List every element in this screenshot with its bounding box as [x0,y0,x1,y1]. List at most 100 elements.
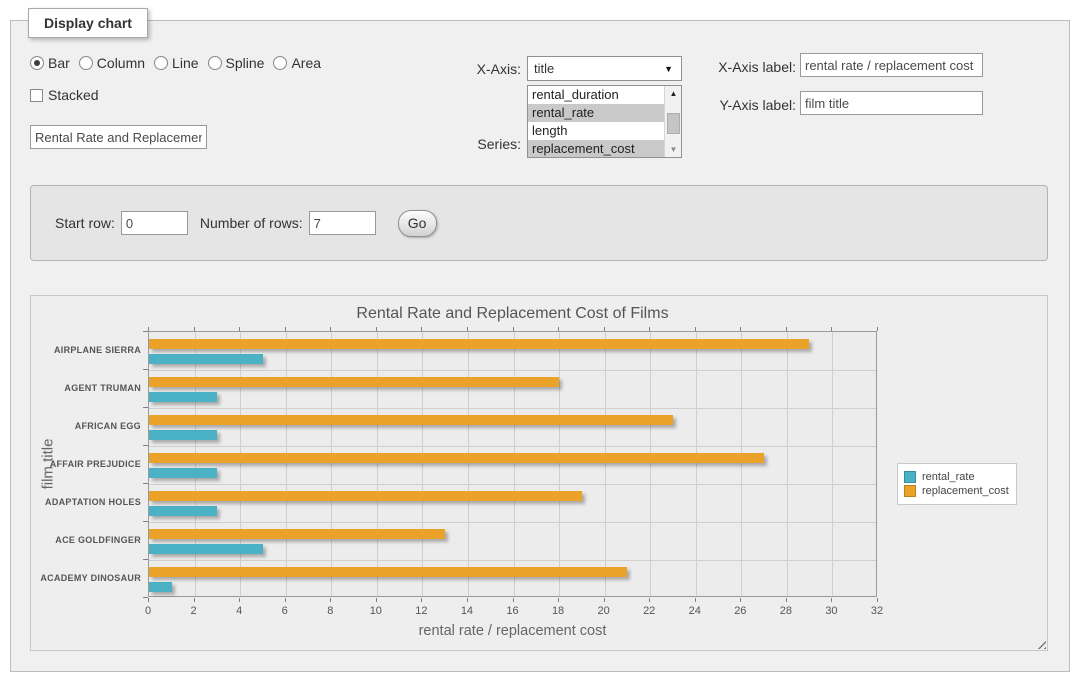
x-axis-label-input[interactable] [800,53,983,77]
chart-type-option-label: Area [291,55,321,71]
x-tick-mark [877,598,878,602]
chart-type-option-line[interactable]: Line [154,55,198,71]
go-button[interactable]: Go [398,210,437,237]
x-tick-mark [649,327,650,331]
bar-replacement_cost[interactable] [149,453,764,463]
x-axis-label-label: X-Axis label: [651,59,796,75]
gridline-vertical [832,332,833,596]
bar-replacement_cost[interactable] [149,415,673,425]
x-tick-label: 2 [179,605,209,617]
gridline-vertical [286,332,287,596]
series-option-rental_rate[interactable]: rental_rate [528,104,664,122]
series-option-rental_duration[interactable]: rental_duration [528,86,664,104]
chart-title: Rental Rate and Replacement Cost of Film… [148,305,877,323]
series-option-replacement_cost[interactable]: replacement_cost [528,140,664,158]
x-tick-label: 10 [361,605,391,617]
chart-type-option-column[interactable]: Column [79,55,145,71]
chart-type-option-label: Bar [48,55,70,71]
radio-icon[interactable] [273,56,287,70]
y-tick-mark [143,369,148,370]
x-tick-label: 12 [406,605,436,617]
x-tick-label: 8 [315,605,345,617]
resize-handle-icon[interactable] [1034,637,1046,649]
radio-icon[interactable] [79,56,93,70]
series-listbox[interactable]: rental_durationrental_ratelengthreplacem… [527,85,682,158]
bar-rental_rate[interactable] [149,392,217,402]
stacked-option[interactable]: Stacked [30,87,99,103]
gridline-horizontal [149,408,876,409]
radio-icon[interactable] [30,56,44,70]
stacked-checkbox[interactable] [30,89,43,102]
x-tick-mark [604,598,605,602]
bar-replacement_cost[interactable] [149,529,445,539]
y-tick-mark [143,559,148,560]
gridline-vertical [605,332,606,596]
y-tick-mark [143,407,148,408]
chart-type-option-spline[interactable]: Spline [208,55,265,71]
x-tick-label: 28 [771,605,801,617]
series-select-label: Series: [411,136,521,152]
x-tick-label: 22 [634,605,664,617]
x-tick-mark [194,327,195,331]
bar-rental_rate[interactable] [149,582,172,592]
series-option-length[interactable]: length [528,122,664,140]
x-tick-mark [376,327,377,331]
y-tick-mark [143,521,148,522]
bar-replacement_cost[interactable] [149,567,627,577]
radio-icon[interactable] [208,56,222,70]
series-options: rental_durationrental_ratelengthreplacem… [528,86,664,158]
x-tick-label: 24 [680,605,710,617]
chart-type-option-area[interactable]: Area [273,55,321,71]
gridline-horizontal [149,446,876,447]
bar-replacement_cost[interactable] [149,377,559,387]
y-category-label: ADAPTATION HOLES [31,497,141,507]
gridline-vertical [422,332,423,596]
bar-rental_rate[interactable] [149,354,263,364]
x-tick-mark [604,327,605,331]
x-tick-mark [239,327,240,331]
x-axis-select-label: X-Axis: [411,61,521,77]
bar-rental_rate[interactable] [149,506,217,516]
num-rows-input[interactable] [309,211,376,235]
x-tick-mark [877,327,878,331]
gridline-horizontal [149,370,876,371]
bar-replacement_cost[interactable] [149,491,582,501]
legend-label: rental_rate [916,471,975,483]
legend-swatch [904,471,916,483]
scroll-down-icon[interactable]: ▼ [665,142,682,157]
chart-type-option-label: Column [97,55,145,71]
gridline-vertical [696,332,697,596]
x-tick-label: 32 [862,605,892,617]
bar-rental_rate[interactable] [149,430,217,440]
row-controls-panel: Start row: Number of rows: Go [30,185,1048,261]
gridline-vertical [468,332,469,596]
x-tick-mark [376,598,377,602]
bar-rental_rate[interactable] [149,468,217,478]
y-tick-mark [143,483,148,484]
chart: Rental Rate and Replacement Cost of Film… [30,295,1048,651]
x-tick-mark [421,327,422,331]
scrollbar-thumb[interactable] [667,113,680,134]
radio-icon[interactable] [154,56,168,70]
chart-x-axis-title: rental rate / replacement cost [148,623,877,639]
chart-title-input[interactable] [30,125,207,149]
x-tick-label: 4 [224,605,254,617]
fieldset-legend: Display chart [28,8,148,38]
chart-type-group: Bar Column Line Spline Area [30,55,321,71]
gridline-vertical [741,332,742,596]
y-axis-label-input[interactable] [800,91,983,115]
y-tick-mark [143,445,148,446]
legend-entry-replacement_cost: replacement_cost [904,485,1009,497]
bar-rental_rate[interactable] [149,544,263,554]
y-category-label: AGENT TRUMAN [31,383,141,393]
x-tick-mark [558,598,559,602]
chart-type-option-bar[interactable]: Bar [30,55,70,71]
gridline-vertical [195,332,196,596]
x-tick-mark [330,327,331,331]
start-row-input[interactable] [121,211,188,235]
x-tick-mark [695,327,696,331]
x-tick-mark [467,327,468,331]
x-tick-label: 18 [543,605,573,617]
gridline-vertical [787,332,788,596]
bar-replacement_cost[interactable] [149,339,809,349]
